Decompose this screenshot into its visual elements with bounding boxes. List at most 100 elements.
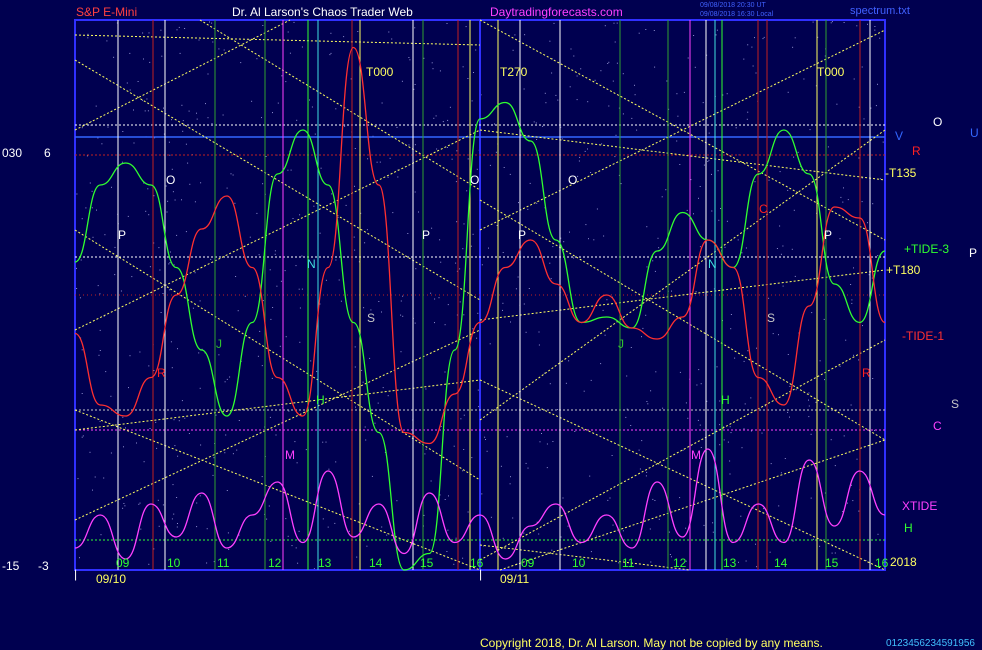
background-dot [588,238,589,240]
left-scale-bottom-b: -3 [38,559,49,573]
background-dot [568,360,570,362]
background-dot [293,21,295,23]
planet-label: N [708,257,717,271]
background-dot [226,490,228,491]
background-dot [780,472,782,474]
background-dot [707,161,709,162]
background-dot [179,52,181,54]
background-dot [545,102,547,104]
background-dot [334,522,336,524]
background-dot [343,36,345,38]
background-dot [388,31,390,33]
background-dot [754,37,755,39]
background-dot [525,462,527,464]
background-dot [171,518,173,520]
background-dot [738,561,739,563]
background-dot [376,161,378,163]
background-dot [668,531,670,533]
background-dot [606,299,608,301]
background-dot [211,22,213,24]
background-dot [584,150,586,152]
background-dot [226,187,228,189]
background-dot [133,142,135,144]
background-dot [463,314,465,316]
background-dot [549,262,551,264]
hour-label: 11 [622,556,635,570]
background-dot [172,191,174,193]
background-dot [97,285,99,287]
background-dot [761,432,763,434]
background-dot [261,476,263,478]
planet-label: H [316,393,325,407]
background-dot [82,435,84,437]
background-dot [158,247,160,249]
background-dot [746,118,748,120]
background-dot [563,241,565,243]
background-dot [91,190,93,192]
background-dot [652,260,654,262]
background-dot [207,73,209,75]
background-dot [787,354,789,355]
background-dot [178,26,180,28]
background-dot [287,535,289,537]
background-dot [328,468,330,470]
background-dot [662,407,664,409]
site-link[interactable]: Daytradingforecasts.com [490,6,623,18]
background-dot [392,212,394,214]
background-dot [305,449,307,451]
background-dot [879,178,881,180]
background-dot [344,125,346,127]
background-dot [489,164,491,166]
background-dot [161,55,163,57]
background-dot [295,265,297,267]
background-dot [235,276,237,277]
background-dot [98,354,100,356]
day-label-1: 09/10 [96,572,127,586]
background-dot [140,528,142,530]
background-dot [199,495,201,497]
background-dot [527,208,529,210]
background-dot [85,207,87,209]
background-dot [296,462,298,464]
background-dot [787,411,789,413]
background-dot [638,32,640,34]
background-dot [776,248,778,249]
background-dot [630,425,632,426]
background-dot [793,209,795,211]
background-dot [274,253,276,255]
background-dot [608,105,610,107]
background-dot [357,31,359,32]
background-dot [600,363,602,365]
background-dot [634,84,635,86]
background-dot [200,444,202,446]
background-dot [485,439,486,440]
background-dot [756,347,757,349]
background-dot [698,197,699,199]
background-dot [695,291,697,293]
planet-label: P [518,228,527,242]
background-dot [289,52,291,54]
background-dot [747,350,749,352]
background-dot [423,514,425,516]
background-dot [181,199,182,201]
background-dot [808,399,809,401]
background-dot [262,300,264,302]
background-dot [389,157,391,159]
right-label: -TIDE-1 [902,329,944,343]
background-dot [178,420,180,422]
background-dot [737,239,739,241]
background-dot [122,416,124,418]
background-dot [638,449,640,451]
background-dot [502,302,504,304]
background-dot [768,297,770,299]
background-dot [703,524,705,526]
background-dot [676,93,678,95]
background-dot [355,406,356,408]
background-dot [365,439,367,441]
planet-label: R [862,366,871,380]
background-dot [523,532,525,534]
background-dot [153,195,155,197]
hour-label: 13 [723,556,737,570]
background-dot [830,439,832,441]
background-dot [650,561,652,563]
